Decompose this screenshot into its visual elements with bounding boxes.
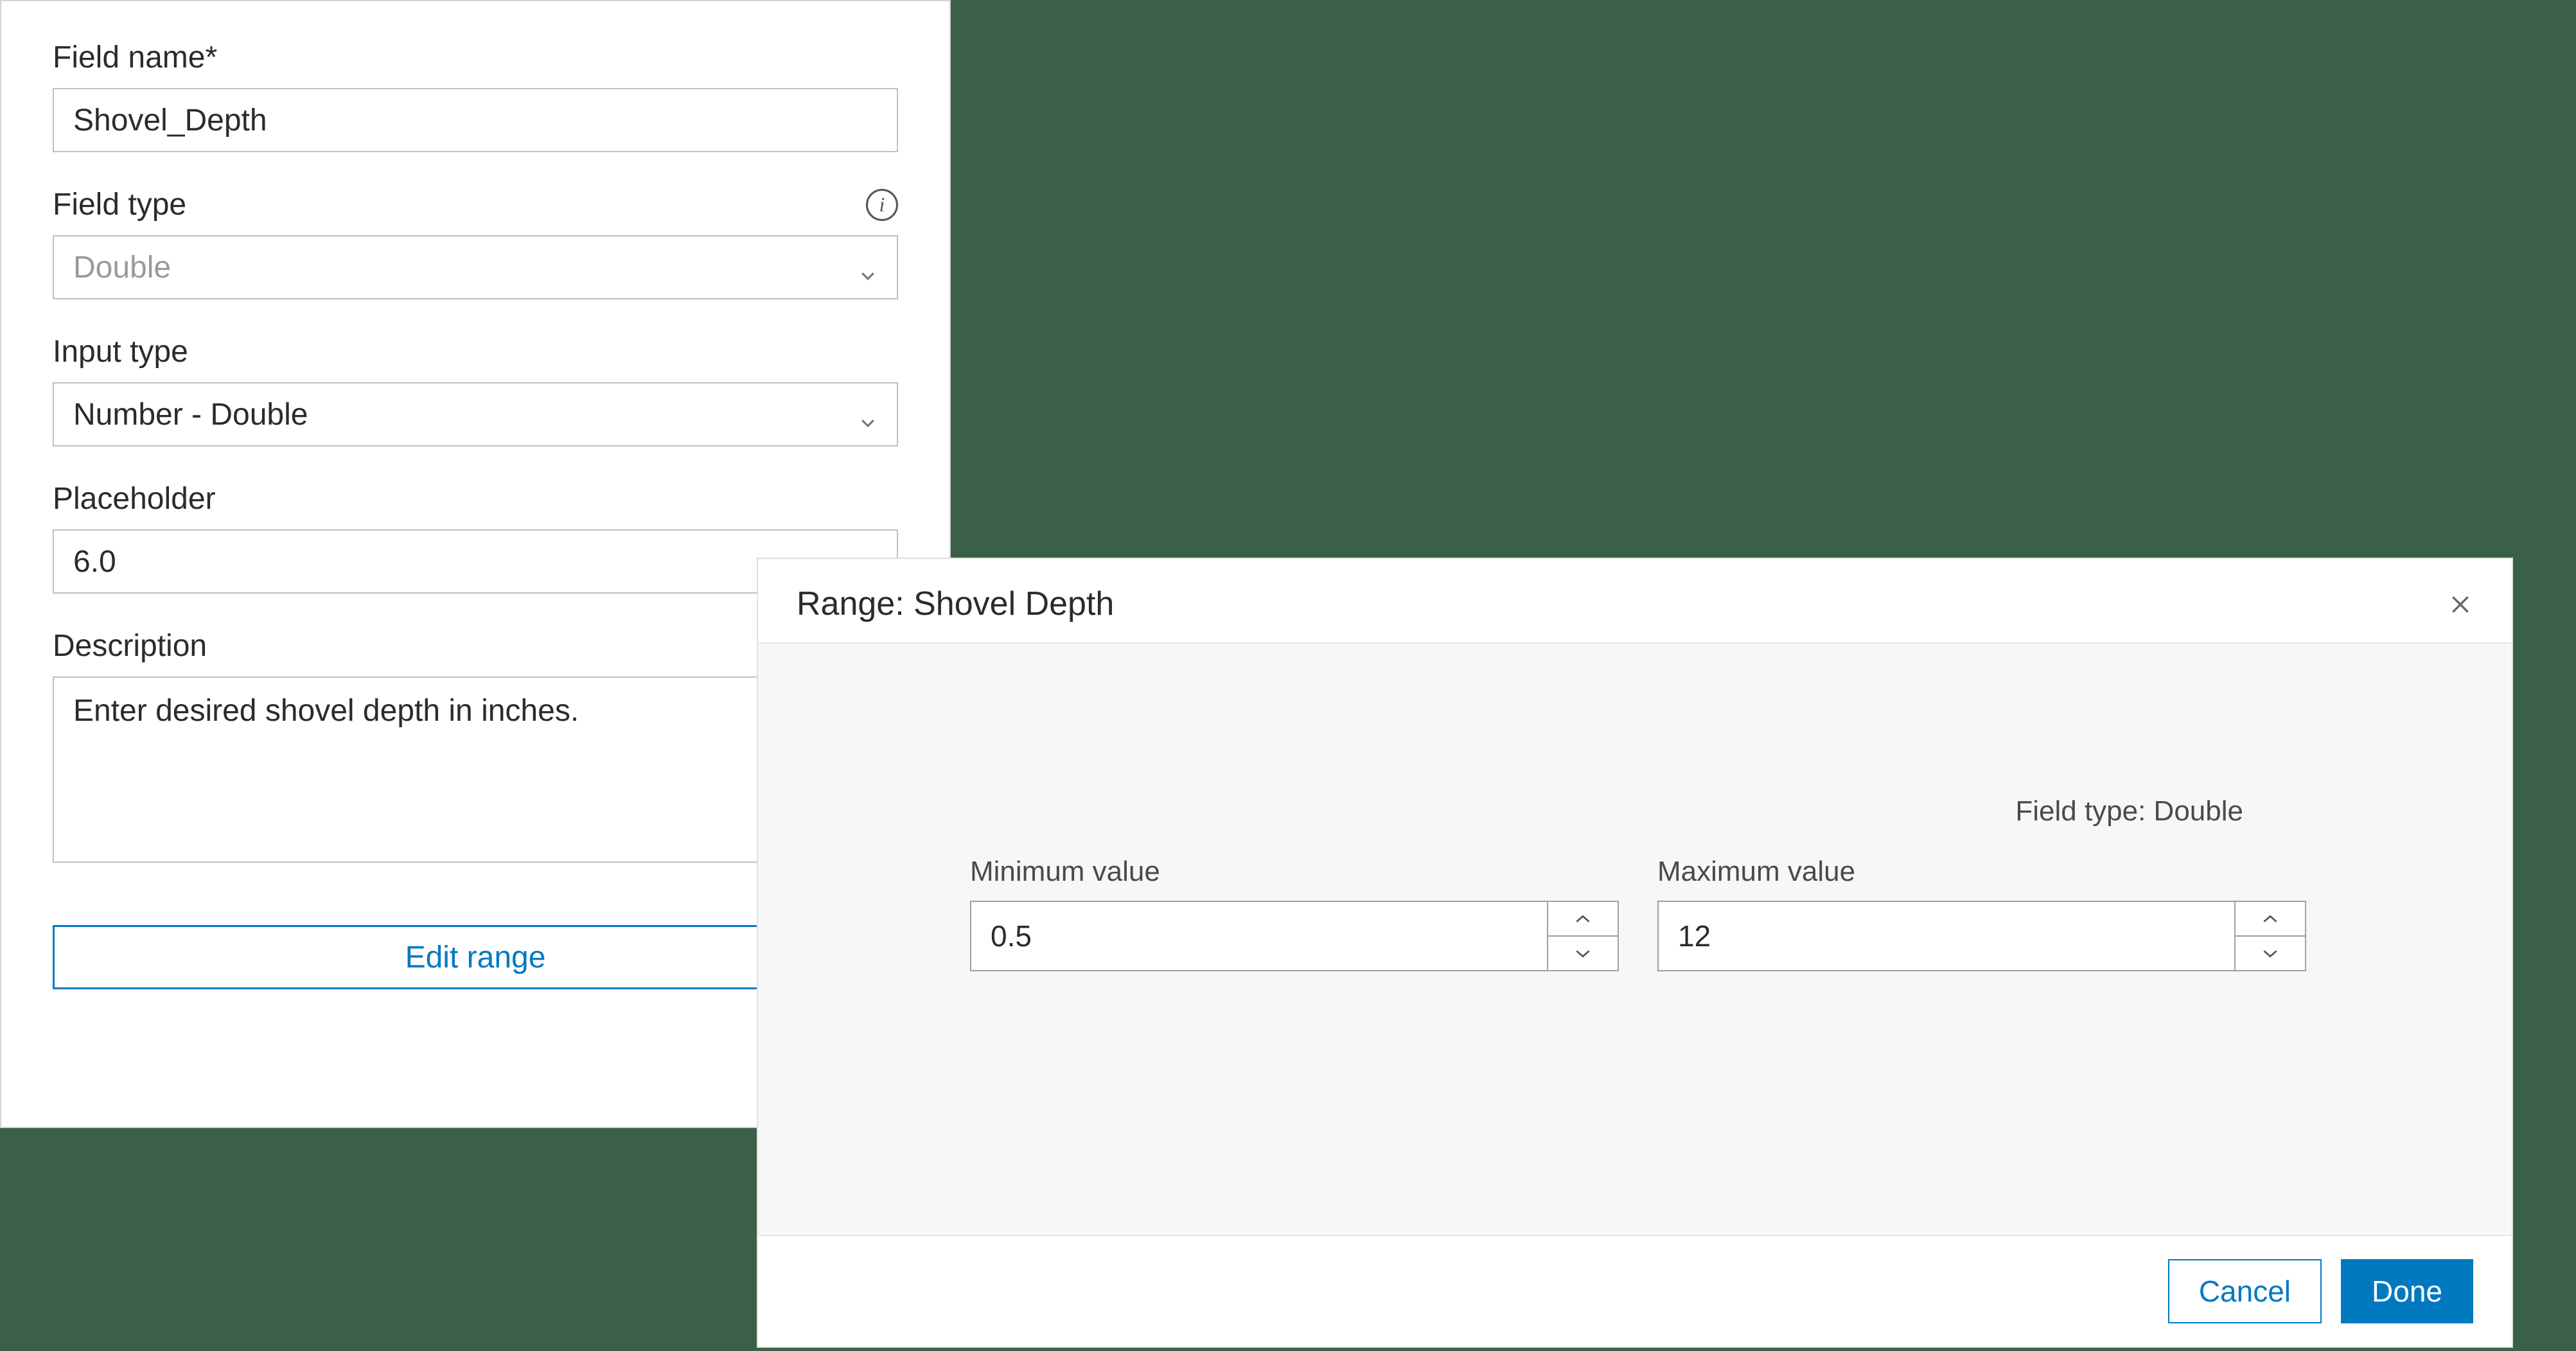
field-name-input[interactable] (53, 88, 898, 152)
maximum-value-input-wrap (1657, 901, 2306, 971)
field-type-select[interactable]: Double (53, 235, 898, 299)
cancel-button[interactable]: Cancel (2168, 1259, 2322, 1323)
maximum-value-label: Maximum value (1657, 856, 2306, 888)
maximum-step-down-button[interactable] (2236, 937, 2305, 970)
info-icon[interactable]: i (866, 189, 898, 221)
dialog-title: Range: Shovel Depth (797, 585, 1114, 623)
dialog-header: Range: Shovel Depth (758, 559, 2512, 644)
maximum-stepper (2234, 902, 2305, 970)
chevron-down-icon (858, 258, 878, 277)
minimum-value-label: Minimum value (970, 856, 1619, 888)
range-dialog: Range: Shovel Depth Field type: Double M… (757, 558, 2513, 1348)
range-inputs-row: Minimum value Maximum value (970, 856, 2306, 971)
chevron-down-icon (858, 405, 878, 424)
field-type-value: Double (73, 250, 171, 285)
minimum-step-up-button[interactable] (1548, 902, 1618, 937)
placeholder-label: Placeholder (53, 481, 898, 517)
dialog-footer: Cancel Done (758, 1235, 2512, 1347)
input-type-group: Input type Number - Double (53, 334, 898, 446)
minimum-value-input[interactable] (971, 902, 1547, 970)
dialog-field-type-text: Field type: Double (2015, 795, 2243, 827)
field-type-group: Field type i Double (53, 187, 898, 299)
close-icon[interactable] (2448, 591, 2473, 617)
input-type-label: Input type (53, 334, 898, 369)
minimum-step-down-button[interactable] (1548, 937, 1618, 970)
field-name-group: Field name* (53, 40, 898, 152)
field-name-label: Field name* (53, 40, 898, 75)
maximum-step-up-button[interactable] (2236, 902, 2305, 937)
input-type-select[interactable]: Number - Double (53, 382, 898, 446)
field-type-label: Field type (53, 187, 186, 222)
minimum-value-input-wrap (970, 901, 1619, 971)
maximum-value-group: Maximum value (1657, 856, 2306, 971)
done-button[interactable]: Done (2341, 1259, 2473, 1323)
dialog-body: Field type: Double Minimum value (758, 644, 2512, 1235)
minimum-value-group: Minimum value (970, 856, 1619, 971)
minimum-stepper (1547, 902, 1618, 970)
maximum-value-input[interactable] (1659, 902, 2234, 970)
input-type-value: Number - Double (73, 397, 308, 432)
